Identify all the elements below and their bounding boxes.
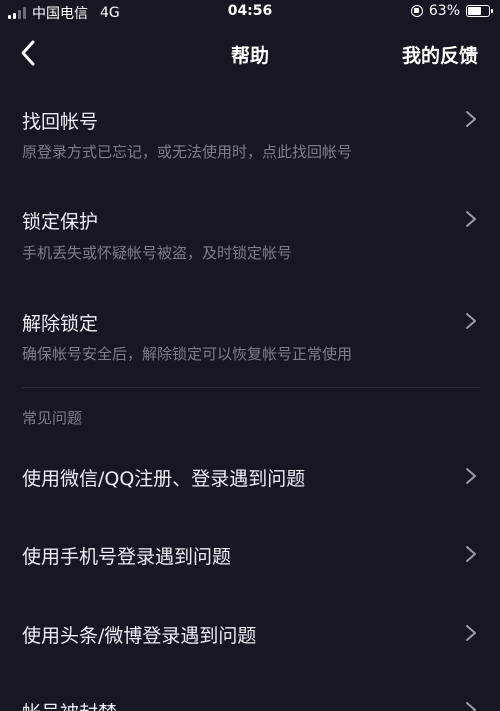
faq-item-account-banned[interactable]: 帐号被封禁: [0, 674, 500, 711]
network-label: 4G: [100, 5, 120, 21]
item-title: 解除锁定: [22, 313, 99, 335]
list-item-recover-account[interactable]: 找回帐号 原登录方式已忘记，或无法使用时，点此找回帐号: [0, 82, 500, 180]
item-title: 锁定保护: [22, 211, 99, 233]
chevron-right-icon: [466, 468, 476, 484]
item-title: 使用手机号登录遇到问题: [22, 546, 232, 568]
carrier-label: 中国电信: [32, 6, 88, 22]
signal-icon: [8, 7, 26, 19]
chevron-right-icon: [466, 625, 476, 641]
divider: [22, 387, 480, 388]
faq-item-phone-login[interactable]: 使用手机号登录遇到问题: [0, 518, 500, 596]
battery-icon: [466, 5, 493, 17]
status-right: 63%: [410, 3, 493, 19]
status-left: 中国电信 4G: [8, 3, 120, 23]
item-title: 帐号被封禁: [22, 698, 117, 711]
list-item-lock-protection[interactable]: 锁定保护 手机丢失或怀疑帐号被盗，及时锁定帐号: [0, 180, 500, 280]
item-subtitle: 手机丢失或怀疑帐号被盗，及时锁定帐号: [22, 244, 293, 262]
chevron-right-icon: [466, 313, 476, 329]
chevron-right-icon: [466, 702, 476, 711]
back-button[interactable]: [14, 38, 44, 68]
item-subtitle: 确保帐号安全后，解除锁定可以恢复帐号正常使用: [22, 345, 353, 363]
list-item-unlock[interactable]: 解除锁定 确保帐号安全后，解除锁定可以恢复帐号正常使用: [0, 280, 500, 380]
status-bar: 中国电信 4G 04:56 63%: [0, 0, 500, 24]
faq-item-wechat-qq[interactable]: 使用微信/QQ注册、登录遇到问题: [0, 440, 500, 518]
faq-item-toutiao-weibo[interactable]: 使用头条/微博登录遇到问题: [0, 596, 500, 674]
item-title: 使用头条/微博登录遇到问题: [22, 625, 257, 647]
item-title: 使用微信/QQ注册、登录遇到问题: [22, 468, 306, 490]
chevron-right-icon: [466, 546, 476, 562]
chevron-left-icon: [21, 40, 35, 66]
item-subtitle: 原登录方式已忘记，或无法使用时，点此找回帐号: [22, 143, 353, 161]
faq-section-header: 常见问题: [22, 409, 83, 427]
rotation-lock-icon: [410, 5, 423, 17]
nav-bar: 帮助 我的反馈: [0, 24, 500, 82]
item-title: 找回帐号: [22, 111, 99, 133]
my-feedback-button[interactable]: 我的反馈: [402, 41, 478, 68]
chevron-right-icon: [466, 111, 476, 127]
battery-fill: [468, 7, 481, 15]
battery-percent: 63%: [428, 3, 460, 19]
chevron-right-icon: [466, 211, 476, 227]
